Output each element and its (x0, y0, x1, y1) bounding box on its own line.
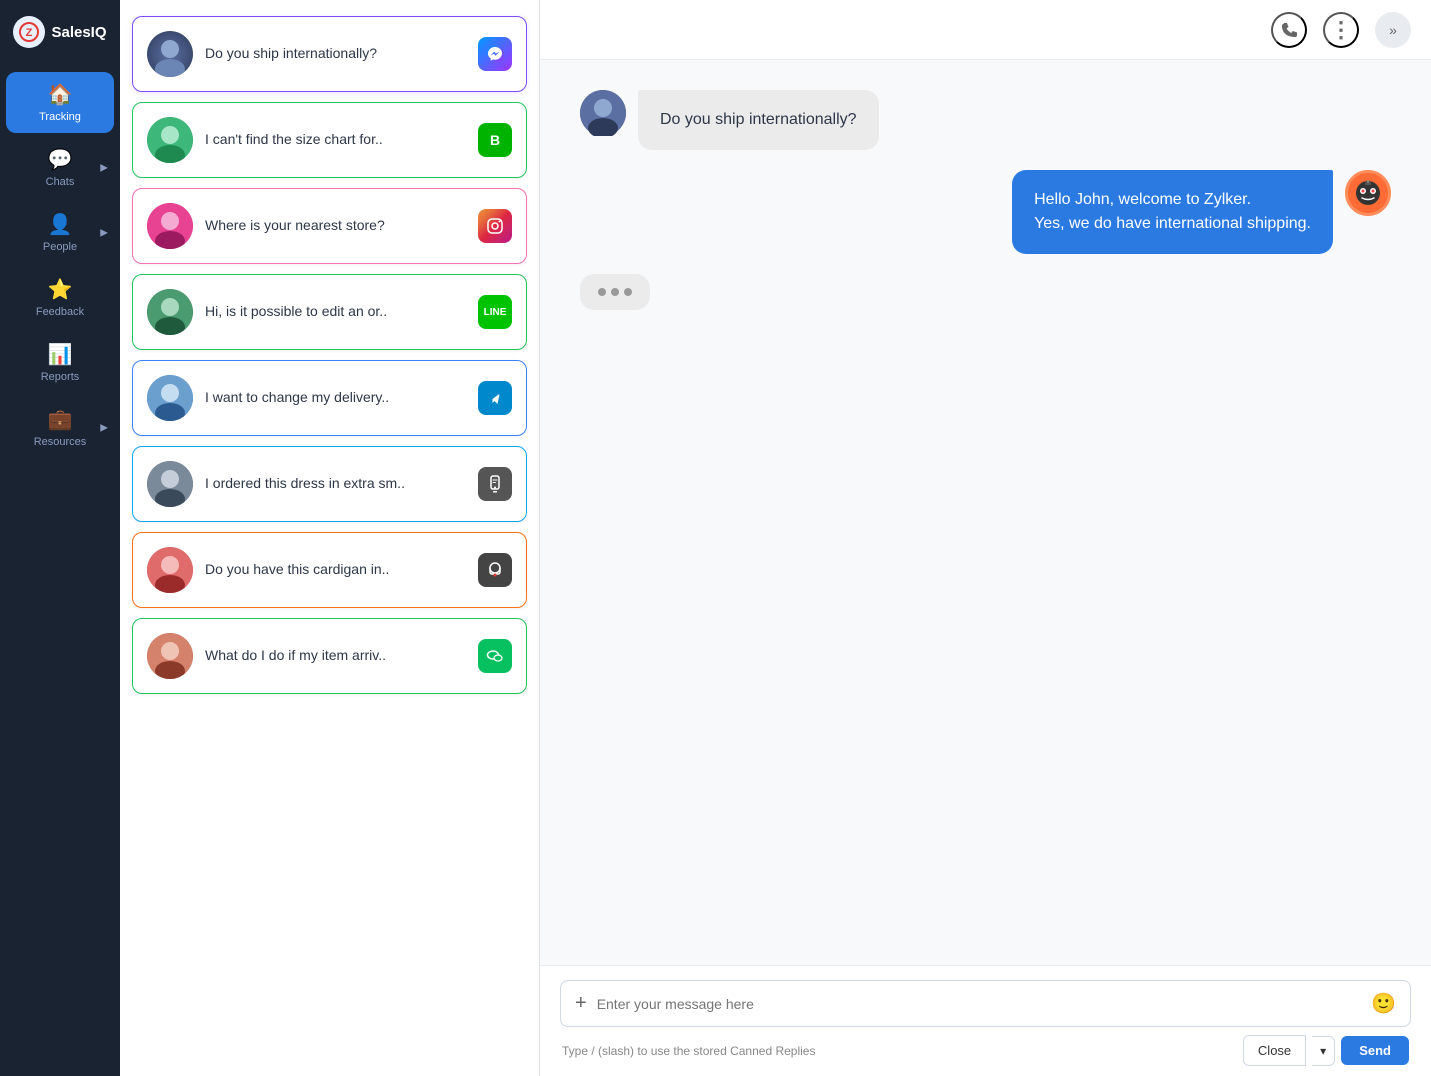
chat-card-7[interactable]: Do you have this cardigan in.. (132, 532, 527, 608)
chat-content-7: Do you have this cardigan in.. (205, 560, 466, 580)
chat-message-2: I can't find the size chart for.. (205, 131, 383, 147)
chat-message-5: I want to change my delivery.. (205, 389, 389, 405)
chats-expand-arrow: ▶ (100, 162, 108, 173)
sidebar-item-reports[interactable]: 📊 Reports (6, 332, 114, 393)
message-row-outgoing: Hello John, welcome to Zylker.Yes, we do… (580, 170, 1391, 254)
avatar-5 (147, 375, 193, 421)
home-icon: 🏠 (48, 82, 73, 107)
platform-icon-line: LINE (478, 295, 512, 329)
avatar-2 (147, 117, 193, 163)
platform-icon-telegram (478, 381, 512, 415)
chat-input-area: + 🙂 Type / (slash) to use the stored Can… (540, 965, 1431, 1076)
avatar-4 (147, 289, 193, 335)
sidebar-label-chats: Chats (46, 176, 75, 188)
feedback-icon: ⭐ (48, 277, 73, 302)
chat-icon: 💬 (48, 147, 73, 172)
chat-message-3: Where is your nearest store? (205, 217, 385, 233)
platform-icon-messenger (478, 37, 512, 71)
chat-message-8: What do I do if my item arriv.. (205, 647, 386, 663)
input-actions: Close ▾ Send (1243, 1035, 1409, 1066)
reports-icon: 📊 (48, 342, 73, 367)
messages-area: Do you ship internationally? Hello John,… (540, 60, 1431, 965)
bubble-incoming: Do you ship internationally? (638, 90, 879, 150)
chat-card-3[interactable]: Where is your nearest store? (132, 188, 527, 264)
chat-card-8[interactable]: What do I do if my item arriv.. (132, 618, 527, 694)
resources-expand-arrow: ▶ (100, 422, 108, 433)
chat-message-6: I ordered this dress in extra sm.. (205, 475, 405, 491)
chat-card-5[interactable]: I want to change my delivery.. (132, 360, 527, 436)
message-input[interactable] (597, 996, 1361, 1012)
chat-content-6: I ordered this dress in extra sm.. (205, 474, 466, 494)
chat-card-2[interactable]: I can't find the size chart for.. B (132, 102, 527, 178)
people-expand-arrow: ▶ (100, 227, 108, 238)
typing-row (580, 274, 1391, 310)
chat-list-panel: Do you ship internationally? I can't fin… (120, 0, 540, 1076)
platform-icon-mobile (478, 467, 512, 501)
chat-card-1[interactable]: Do you ship internationally? (132, 16, 527, 92)
chat-message-7: Do you have this cardigan in.. (205, 561, 389, 577)
avatar-7 (147, 547, 193, 593)
expand-button[interactable]: » (1375, 12, 1411, 48)
sidebar-nav: 🏠 Tracking 💬 Chats ▶ 👤 People ▶ ⭐ Feedba… (0, 72, 120, 458)
avatar-6 (147, 461, 193, 507)
app-logo: Z SalesIQ (13, 16, 106, 48)
chat-header: ⋮ » (540, 0, 1431, 60)
chat-content-3: Where is your nearest store? (205, 216, 466, 236)
input-row: + 🙂 (560, 980, 1411, 1027)
sidebar-label-people: People (43, 241, 77, 253)
resources-icon: 💼 (48, 407, 73, 432)
platform-icon-headset (478, 553, 512, 587)
chat-content-8: What do I do if my item arriv.. (205, 646, 466, 666)
bubble-outgoing: Hello John, welcome to Zylker.Yes, we do… (1012, 170, 1333, 254)
avatar-3 (147, 203, 193, 249)
typing-indicator (580, 274, 650, 310)
avatar-1 (147, 31, 193, 77)
chat-message-1: Do you ship internationally? (205, 45, 377, 61)
chat-card-6[interactable]: I ordered this dress in extra sm.. (132, 446, 527, 522)
people-icon: 👤 (48, 212, 73, 237)
typing-dot-1 (598, 288, 606, 296)
sidebar-label-feedback: Feedback (36, 306, 84, 318)
typing-dot-3 (624, 288, 632, 296)
send-button[interactable]: Send (1341, 1036, 1409, 1065)
chat-content-5: I want to change my delivery.. (205, 388, 466, 408)
input-hints: Type / (slash) to use the stored Canned … (560, 1035, 1411, 1066)
phone-button[interactable] (1271, 12, 1307, 48)
user-avatar (580, 90, 626, 136)
canned-hint: Type / (slash) to use the stored Canned … (562, 1044, 815, 1058)
chat-content-2: I can't find the size chart for.. (205, 130, 466, 150)
platform-icon-instagram (478, 209, 512, 243)
sidebar-item-tracking[interactable]: 🏠 Tracking (6, 72, 114, 133)
svg-text:Z: Z (26, 27, 33, 39)
attach-button[interactable]: + (575, 992, 587, 1015)
chat-main: ⋮ » Do you ship internationally? Hello J… (540, 0, 1431, 1076)
emoji-button[interactable]: 🙂 (1371, 991, 1396, 1016)
logo-icon: Z (13, 16, 45, 48)
sidebar: Z SalesIQ 🏠 Tracking 💬 Chats ▶ 👤 People … (0, 0, 120, 1076)
more-icon: ⋮ (1330, 17, 1352, 43)
app-name: SalesIQ (51, 24, 106, 41)
platform-icon-wechat (478, 639, 512, 673)
sidebar-label-reports: Reports (41, 371, 80, 383)
avatar-8 (147, 633, 193, 679)
bot-avatar (1345, 170, 1391, 216)
more-options-button[interactable]: ⋮ (1323, 12, 1359, 48)
sidebar-item-people[interactable]: 👤 People ▶ (6, 202, 114, 263)
close-dropdown-button[interactable]: ▾ (1312, 1036, 1335, 1066)
message-row-incoming: Do you ship internationally? (580, 90, 1391, 150)
chat-card-4[interactable]: Hi, is it possible to edit an or.. LINE (132, 274, 527, 350)
close-button[interactable]: Close (1243, 1035, 1306, 1066)
sidebar-item-resources[interactable]: 💼 Resources ▶ (6, 397, 114, 458)
chat-message-4: Hi, is it possible to edit an or.. (205, 303, 387, 319)
chat-content-1: Do you ship internationally? (205, 44, 466, 64)
platform-icon-business: B (478, 123, 512, 157)
typing-dot-2 (611, 288, 619, 296)
sidebar-label-tracking: Tracking (39, 111, 81, 123)
sidebar-label-resources: Resources (34, 436, 87, 448)
chat-content-4: Hi, is it possible to edit an or.. (205, 302, 466, 322)
sidebar-item-feedback[interactable]: ⭐ Feedback (6, 267, 114, 328)
sidebar-item-chats[interactable]: 💬 Chats ▶ (6, 137, 114, 198)
expand-icon: » (1389, 22, 1397, 38)
